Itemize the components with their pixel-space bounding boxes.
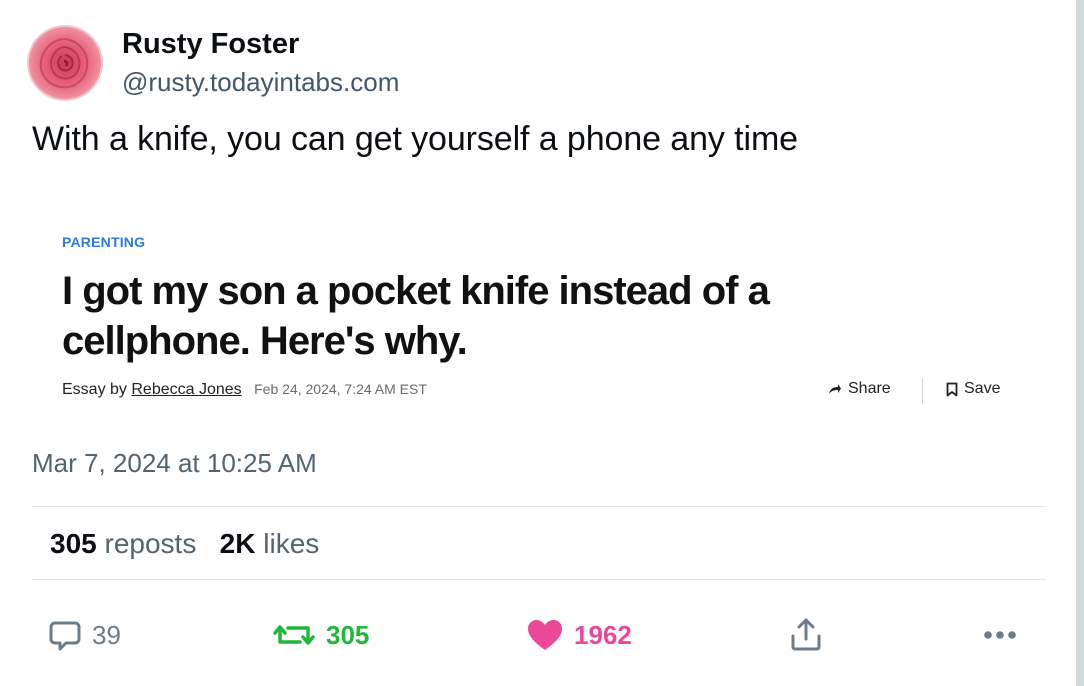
- byline-author: Rebecca Jones: [131, 381, 242, 398]
- likes-label: likes: [263, 528, 320, 559]
- article-date: Feb 24, 2024, 7:24 AM EST: [254, 381, 427, 397]
- avatar[interactable]: [27, 25, 103, 101]
- likes-count: 2K: [219, 528, 256, 559]
- author-handle[interactable]: @rusty.todayintabs.com: [122, 67, 399, 98]
- reposts-stat[interactable]: 305 reposts: [50, 528, 196, 559]
- bookmark-icon: [946, 382, 958, 396]
- ellipsis-icon: [984, 631, 1016, 639]
- likes-stat[interactable]: 2K likes: [220, 528, 320, 559]
- window-edge: [1076, 0, 1084, 686]
- author-name[interactable]: Rusty Foster: [122, 28, 299, 61]
- repost-button[interactable]: 305: [272, 613, 369, 657]
- like-button[interactable]: 1962: [526, 613, 632, 657]
- article-byline: Essay by Rebecca Jones Feb 24, 2024, 7:2…: [62, 381, 427, 399]
- divider: [32, 506, 1046, 507]
- reply-button[interactable]: 39: [48, 613, 121, 657]
- article-category: PARENTING: [62, 234, 146, 250]
- share-upload-icon: [791, 618, 821, 651]
- article-save: Save: [946, 380, 1000, 398]
- share-arrow-icon: [829, 384, 841, 394]
- like-count: 1962: [574, 619, 632, 650]
- article-save-label: Save: [964, 380, 1001, 397]
- article-share: Share: [828, 380, 891, 398]
- article-share-label: Share: [848, 380, 891, 397]
- embedded-article-image[interactable]: PARENTING I got my son a pocket knife in…: [32, 198, 1046, 426]
- reply-count: 39: [92, 619, 121, 650]
- repost-arrows-icon: [273, 625, 315, 645]
- heart-icon: [528, 620, 562, 650]
- article-headline: I got my son a pocket knife instead of a…: [62, 269, 770, 363]
- repost-count: 305: [326, 619, 370, 650]
- more-options-button[interactable]: [982, 613, 1018, 657]
- post-timestamp[interactable]: Mar 7, 2024 at 10:25 AM: [32, 448, 317, 479]
- article-action-divider: [922, 378, 923, 404]
- rose-avatar-image: [27, 25, 103, 101]
- speech-bubble-icon: [49, 621, 81, 651]
- share-button[interactable]: [788, 613, 824, 657]
- reposts-label: reposts: [104, 528, 197, 559]
- reposts-count: 305: [50, 528, 97, 559]
- post-text: With a knife, you can get yourself a pho…: [32, 120, 798, 158]
- byline-prefix: Essay by: [62, 381, 127, 398]
- post-stats: 305 reposts 2K likes: [50, 528, 319, 560]
- divider: [32, 579, 1046, 580]
